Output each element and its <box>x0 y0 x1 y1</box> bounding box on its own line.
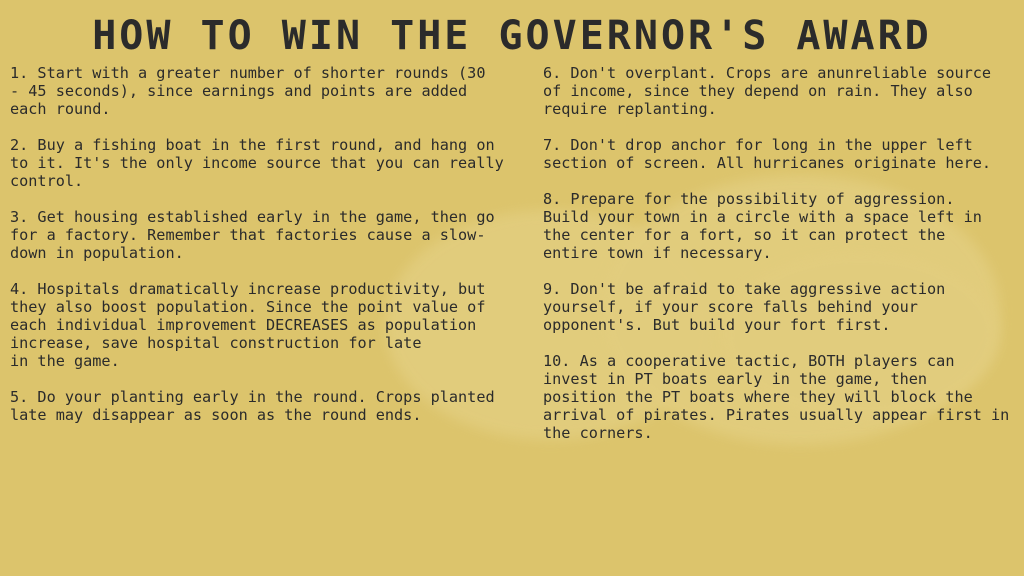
tip-5: 5. Do your planting early in the round. … <box>10 388 495 424</box>
tip-9: 9. Don't be afraid to take aggressive ac… <box>543 280 946 334</box>
tip-3: 3. Get housing established early in the … <box>10 208 495 262</box>
tip-4: 4. Hospitals dramatically increase produ… <box>10 280 486 370</box>
tips-column-left: 1. Start with a greater number of shorte… <box>10 64 536 442</box>
tip-6: 6. Don't overplant. Crops are anunreliab… <box>543 64 992 118</box>
tip-7: 7. Don't drop anchor for long in the upp… <box>543 136 992 172</box>
tip-10: 10. As a cooperative tactic, BOTH player… <box>543 352 1010 442</box>
tip-8: 8. Prepare for the possibility of aggres… <box>543 190 982 262</box>
page-title: HOW TO WIN THE GOVERNOR'S AWARD <box>92 13 932 59</box>
tip-1: 1. Start with a greater number of shorte… <box>10 64 486 118</box>
tips-column-right: 6. Don't overplant. Crops are anunreliab… <box>543 64 1019 460</box>
tip-2: 2. Buy a fishing boat in the first round… <box>10 136 504 190</box>
